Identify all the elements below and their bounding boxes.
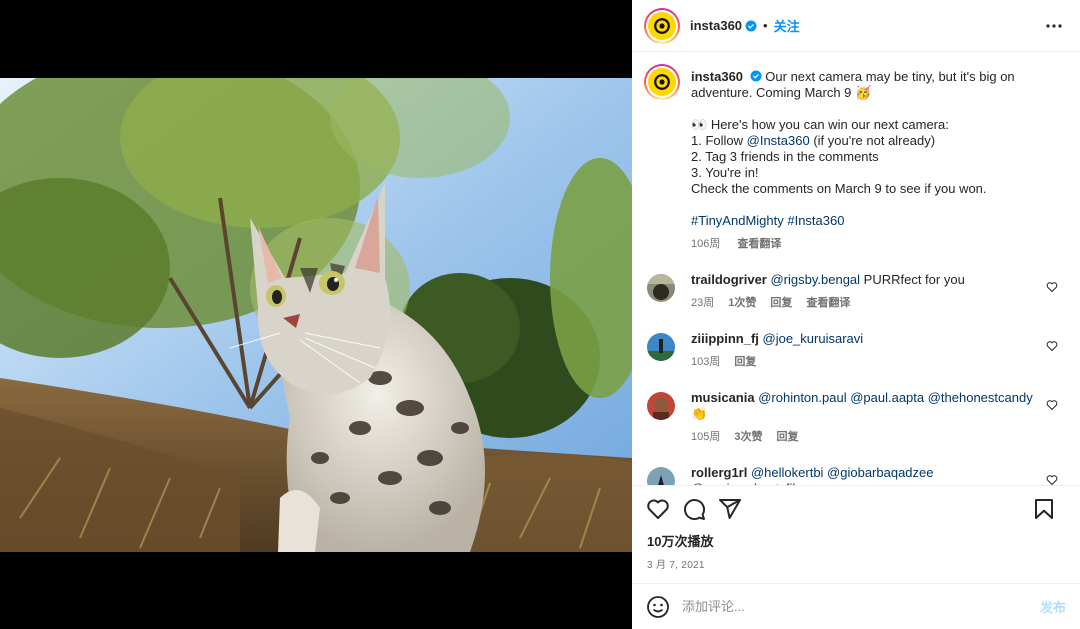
caption-text-1: Our next camera may be tiny, but it's bi… <box>765 69 1015 84</box>
comment-age[interactable]: 105周 <box>691 431 720 443</box>
post-header: insta360 • 关注 <box>632 0 1080 52</box>
post-actions-bar <box>632 485 1080 531</box>
view-count[interactable]: 10万次播放 <box>632 531 1080 551</box>
header-username[interactable]: insta360 <box>690 18 742 33</box>
caption-mention[interactable]: @Insta360 <box>747 133 810 148</box>
caption-line-5: 2. Tag 3 friends in the comments <box>691 149 879 164</box>
caption-username[interactable]: insta360 <box>691 69 743 84</box>
comment-item: musicania @rohinton.paul @paul.aapta @th… <box>644 390 1064 445</box>
comment-like-button[interactable] <box>1046 473 1060 485</box>
comment-icon <box>684 498 706 520</box>
caption-text-2: adventure. Coming March 9 🥳 <box>691 85 872 100</box>
emoji-button[interactable] <box>646 595 670 619</box>
insta360-logo <box>648 11 676 40</box>
caption-body: insta360 Our next camera may be tiny, bu… <box>691 64 1035 252</box>
caption-line-3: 👀 Here's how you can win our next camera… <box>691 117 949 132</box>
bookmark-icon <box>1035 499 1053 519</box>
emoji-icon <box>647 595 669 618</box>
post-date[interactable]: 3 月 7, 2021 <box>632 551 1080 583</box>
caption-line-7: Check the comments on March 9 to see if … <box>691 181 987 196</box>
comment-username[interactable]: rollerg1rl <box>691 465 747 480</box>
heart-icon <box>647 499 669 519</box>
post-dialog: insta360 • 关注 insta360 Our next camera m… <box>0 0 1080 629</box>
comment-text: 👏 <box>691 406 708 421</box>
verified-icon <box>745 20 757 32</box>
heart-icon <box>1046 400 1058 411</box>
heart-icon <box>1046 282 1058 293</box>
post-comment-button[interactable]: 发布 <box>1040 597 1066 616</box>
reply-button[interactable]: 回复 <box>776 431 798 443</box>
caption-translate-link[interactable]: 查看翻译 <box>737 238 781 250</box>
comments-scroll-area[interactable]: insta360 Our next camera may be tiny, bu… <box>632 52 1080 485</box>
comment-age[interactable]: 103周 <box>691 356 720 368</box>
comment-age[interactable]: 23周 <box>691 297 714 309</box>
comment-mention[interactable]: @joe_kuruisaravi <box>763 331 864 346</box>
comment-text: PURRfect for you <box>860 272 965 287</box>
save-button[interactable] <box>1032 497 1056 521</box>
comment-button[interactable] <box>682 497 706 521</box>
hashtag-tinyandmighty[interactable]: #TinyAndMighty <box>691 213 784 228</box>
comment-username[interactable]: traildogriver <box>691 272 767 287</box>
comment-like-button[interactable] <box>1046 339 1060 353</box>
comment-avatar[interactable] <box>647 467 675 485</box>
caption-line-4: 1. Follow @Insta360 (if you're not alrea… <box>691 133 936 148</box>
comment-username[interactable]: ziiippinn_fj <box>691 331 759 346</box>
verified-icon <box>750 70 762 82</box>
comment-input[interactable] <box>682 599 1012 614</box>
caption-line-6: 3. You're in! <box>691 165 759 180</box>
comment-translate-link[interactable]: 查看翻译 <box>806 297 850 309</box>
comment-likes[interactable]: 3次赞 <box>734 431 762 443</box>
comment-username[interactable]: musicania <box>691 390 755 405</box>
caption-age[interactable]: 106周 <box>691 238 720 250</box>
more-options-button[interactable] <box>1044 16 1064 36</box>
follow-button[interactable]: 关注 <box>774 16 800 35</box>
comment-avatar[interactable] <box>647 333 675 361</box>
heart-icon <box>1046 475 1058 485</box>
comment-item: ziiippinn_fj @joe_kuruisaravi 103周 回复 <box>644 331 1064 370</box>
comment-mention[interactable]: @rohinton.paul @paul.aapta @thehonestcan… <box>758 390 1033 405</box>
post-video[interactable] <box>0 78 632 552</box>
comment-composer: 发布 <box>632 583 1080 629</box>
author-avatar[interactable] <box>644 7 680 44</box>
video-frame-cat <box>0 78 632 552</box>
comment-item: rollerg1rl @hellokertbi @giobarbaqadzee … <box>644 465 1064 485</box>
hashtag-insta360[interactable]: #Insta360 <box>787 213 844 228</box>
comment-item: traildogriver @rigsby.bengal PURRfect fo… <box>644 272 1064 311</box>
caption-meta: 106周 查看翻译 <box>691 236 1035 252</box>
more-icon <box>1046 24 1062 28</box>
comment-like-button[interactable] <box>1046 280 1060 294</box>
post-details-pane: insta360 • 关注 insta360 Our next camera m… <box>632 0 1080 629</box>
reply-button[interactable]: 回复 <box>734 356 756 368</box>
caption: insta360 Our next camera may be tiny, bu… <box>644 64 1064 252</box>
comment-avatar[interactable] <box>647 274 675 302</box>
comment-avatar[interactable] <box>647 392 675 420</box>
heart-icon <box>1046 341 1058 352</box>
share-button[interactable] <box>718 497 742 521</box>
comment-likes[interactable]: 1次赞 <box>728 297 756 309</box>
share-icon <box>719 498 741 519</box>
media-pane <box>0 0 632 629</box>
separator-dot: • <box>763 18 768 33</box>
caption-author-avatar[interactable] <box>644 64 680 100</box>
comment-like-button[interactable] <box>1046 398 1060 412</box>
comment-mention[interactable]: @rigsby.bengal <box>770 272 860 287</box>
like-button[interactable] <box>646 497 670 521</box>
reply-button[interactable]: 回复 <box>770 297 792 309</box>
